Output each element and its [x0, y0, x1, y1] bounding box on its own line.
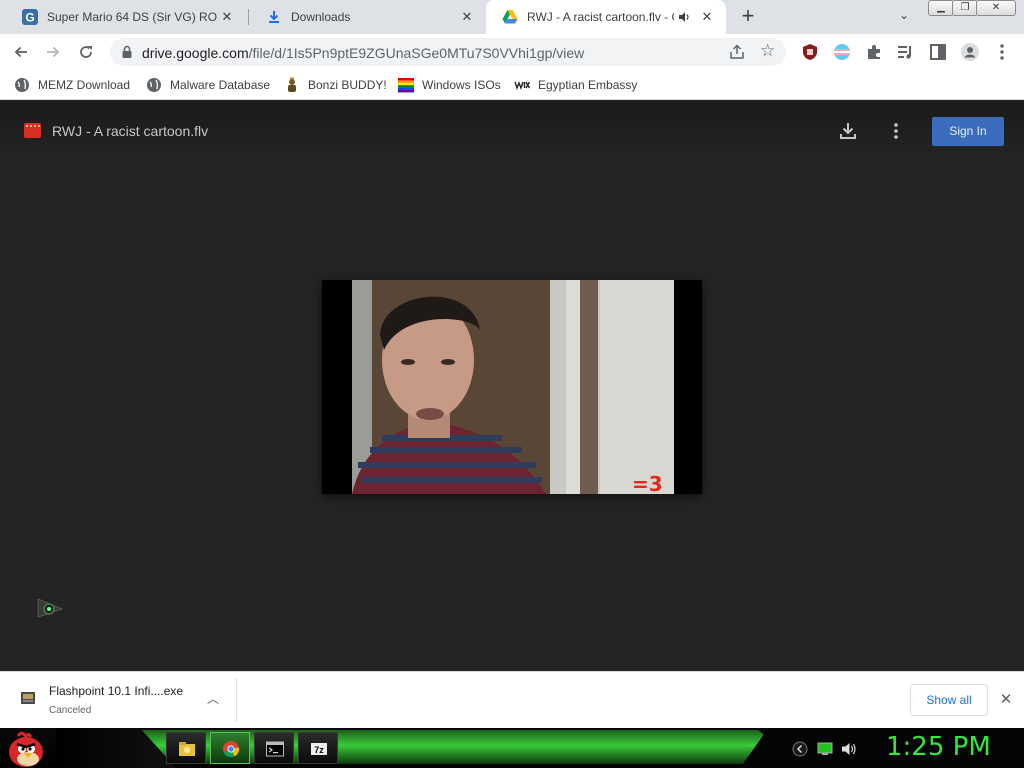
globe-icon	[147, 78, 161, 92]
tab-title: Super Mario 64 DS (Sir VG) ROM	[47, 10, 218, 24]
side-panel-icon[interactable]	[928, 42, 948, 62]
close-window-button[interactable]: ✕	[976, 0, 1016, 16]
taskbar-command-prompt[interactable]	[254, 732, 294, 764]
7zip-icon: 7z	[311, 743, 327, 755]
video-watermark: =3	[632, 472, 663, 494]
lock-icon[interactable]	[120, 45, 134, 59]
reload-button[interactable]	[74, 40, 98, 64]
share-icon[interactable]	[728, 43, 746, 61]
tab-search-chevron-icon[interactable]: ⌄	[894, 8, 914, 26]
bookmark-label: MEMZ Download	[38, 78, 131, 92]
g-letter-icon: G	[22, 9, 38, 25]
minimize-window-button[interactable]: ▁	[928, 0, 954, 16]
windows-flag-icon	[398, 78, 414, 93]
shelf-divider	[236, 678, 237, 722]
command-prompt-icon	[266, 741, 284, 757]
bookmark-bonzi-buddy[interactable]: Bonzi BUDDY!	[284, 76, 387, 94]
taskbar-file-explorer[interactable]	[166, 732, 206, 764]
restore-window-button[interactable]: ❐	[952, 0, 978, 16]
taskbar-chrome[interactable]	[210, 732, 250, 764]
close-tab-icon[interactable]: ✕	[218, 8, 236, 26]
forward-arrow-icon	[47, 46, 60, 58]
close-shelf-icon[interactable]: ✕	[996, 690, 1016, 710]
tab-title: RWJ - A racist cartoon.flv - G	[527, 10, 674, 24]
forward-button[interactable]	[41, 40, 65, 64]
shield-extension-icon[interactable]	[800, 42, 820, 62]
drive-file-viewer: RWJ - A racist cartoon.flv Sign In =3	[0, 101, 1024, 671]
download-shelf: Flashpoint 10.1 Infi....exe Canceled ︿ S…	[0, 671, 1024, 728]
tab-strip: G Super Mario 64 DS (Sir VG) ROM ✕ Downl…	[0, 0, 1024, 34]
bookmark-windows-isos[interactable]: Windows ISOs	[398, 76, 501, 94]
file-title: RWJ - A racist cartoon.flv	[52, 123, 209, 139]
address-bar[interactable]: drive.google.com/file/d/1Is5Pn9ptE9ZGUna…	[110, 38, 786, 66]
download-icon	[269, 11, 279, 23]
tab-downloads[interactable]: Downloads ✕	[250, 0, 486, 34]
bonzi-icon	[288, 77, 296, 92]
chrome-icon	[223, 741, 240, 758]
close-tab-icon[interactable]: ✕	[458, 8, 476, 26]
globe-icon	[15, 78, 29, 92]
video-frame-image: =3	[322, 280, 702, 494]
tab-title: Downloads	[291, 10, 351, 24]
video-player[interactable]: =3	[322, 280, 702, 494]
video-file-icon	[24, 123, 41, 138]
sign-in-button[interactable]: Sign In	[932, 117, 1004, 146]
bookmark-label: Egyptian Embassy	[538, 78, 638, 92]
back-arrow-icon	[14, 46, 27, 58]
speaker-icon[interactable]	[678, 11, 690, 23]
webcam-cursor-icon	[37, 598, 64, 618]
svg-text:7z: 7z	[314, 745, 324, 755]
puzzle-extensions-icon[interactable]	[864, 42, 884, 62]
download-filename[interactable]: Flashpoint 10.1 Infi....exe	[49, 684, 183, 698]
tray-chevron-icon[interactable]	[792, 741, 808, 757]
reload-icon	[80, 46, 92, 58]
back-button[interactable]	[9, 40, 33, 64]
network-icon[interactable]	[817, 741, 833, 757]
bookmark-malware-database[interactable]: Malware Database	[146, 76, 270, 94]
bookmark-label: Windows ISOs	[422, 78, 501, 92]
download-status: Canceled	[49, 705, 92, 716]
bookmark-label: Bonzi BUDDY!	[308, 78, 387, 92]
angry-bird-start-icon[interactable]	[4, 728, 48, 768]
media-control-icon[interactable]	[896, 42, 916, 62]
show-all-button[interactable]: Show all	[910, 684, 988, 716]
tab-rwj-video[interactable]: RWJ - A racist cartoon.flv - G ✕	[486, 0, 726, 34]
wix-icon	[514, 81, 530, 91]
volume-icon[interactable]	[841, 741, 857, 757]
close-tab-icon[interactable]: ✕	[698, 8, 716, 26]
url-text: drive.google.com/file/d/1Is5Pn9ptE9ZGUna…	[142, 45, 585, 61]
tab-super-mario[interactable]: G Super Mario 64 DS (Sir VG) ROM ✕	[6, 0, 246, 34]
profile-avatar-icon[interactable]	[960, 42, 980, 62]
new-tab-button[interactable]: +	[736, 5, 760, 29]
bookmark-egyptian-embassy[interactable]: Egyptian Embassy	[514, 76, 637, 94]
download-icon[interactable]	[838, 121, 858, 141]
tab-separator	[248, 9, 249, 25]
installer-file-icon	[21, 692, 35, 704]
bookmark-star-icon[interactable]: ☆	[760, 41, 775, 61]
flag-extension-icon[interactable]	[832, 42, 852, 62]
bookmarks-bar: MEMZ Download Malware Database Bonzi BUD…	[0, 70, 1024, 100]
svg-text:G: G	[25, 11, 34, 25]
bookmark-memz-download[interactable]: MEMZ Download	[14, 76, 130, 94]
taskbar-clock[interactable]: 1:25 PM	[886, 732, 991, 762]
chevron-up-icon[interactable]: ︿	[204, 690, 222, 708]
taskbar-7zip[interactable]: 7z	[298, 732, 338, 764]
google-drive-icon	[502, 10, 518, 24]
taskbar: 7z 1:25 PM	[0, 728, 1024, 768]
browser-toolbar: drive.google.com/file/d/1Is5Pn9ptE9ZGUna…	[0, 34, 1024, 99]
bookmark-label: Malware Database	[170, 78, 271, 92]
more-actions-icon[interactable]	[886, 121, 906, 141]
file-explorer-icon	[179, 742, 195, 756]
kebab-menu-icon[interactable]	[992, 42, 1012, 62]
